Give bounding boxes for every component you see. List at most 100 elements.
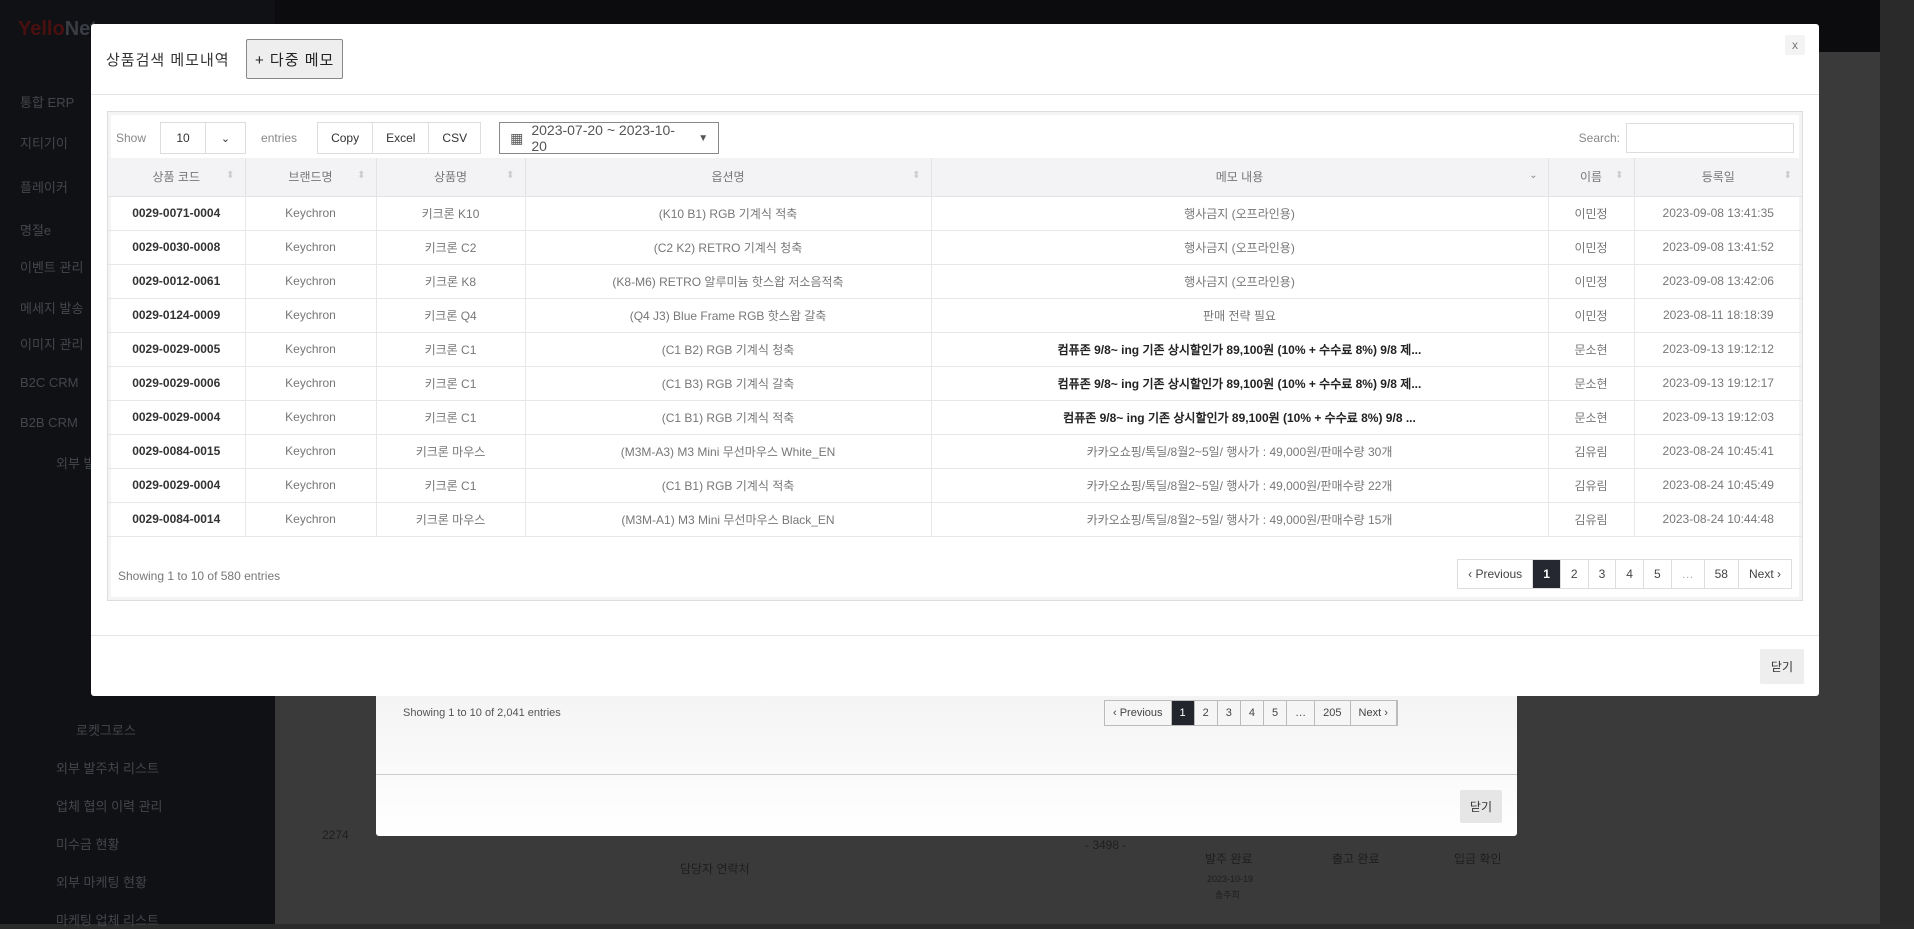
sidebar-item[interactable]: 업체 협의 이력 관리 [56,796,163,815]
bg-pagination: ‹ Previous 1 2 3 4 5… 205 Next › [1104,700,1398,726]
column-header[interactable]: 메모 내용 ⌄ [931,158,1549,197]
sidebar-item[interactable]: 로켓그로스 [76,720,136,739]
column-header-label: 브랜드명 [288,170,333,185]
brand-cell: Keychron [245,400,377,435]
status-payment: 입금 확인 [1454,852,1502,866]
sidebar-item[interactable]: 외부 발주처 리스트 [56,758,159,777]
registered-at-cell: 2023-09-13 19:12:17 [1634,366,1802,401]
sidebar-item[interactable]: 미수금 현황 [56,834,119,853]
bg-page-link[interactable]: 1 [1171,701,1195,725]
previous-page-button[interactable]: ‹ Previous [1458,560,1534,588]
option-name-cell: (C2 K2) RETRO 기계식 청축 [525,230,932,265]
bg-page-link[interactable]: 5 [1264,701,1288,725]
author-name-cell: 이민정 [1548,230,1635,265]
page-link[interactable]: 2 [1561,560,1589,588]
bg-page-link[interactable]: ‹ Previous [1105,701,1172,725]
product-code-cell: 0029-0029-0005 [108,332,246,367]
product-name-cell: 키크론 마우스 [376,502,526,537]
option-name-cell: (K8-M6) RETRO 알루미늄 핫스왑 저소음적축 [525,264,932,299]
excel-button[interactable]: Excel [373,123,430,153]
multi-memo-button[interactable]: + 다중 메모 [246,39,344,79]
table-row[interactable]: 0029-0030-0008 Keychron 키크론 C2 (C2 K2) RETR… [108,230,1802,265]
memo-content-cell: 행사금지 (오프라인용) [931,264,1549,299]
next-page-button[interactable]: Next › [1739,560,1791,588]
page-link[interactable]: 5 [1644,560,1672,588]
memo-table: 상품 코드 ⬍ 브랜드명 ⬍ 상품명 ⬍ 옵션명 ⬍ 메모 내용 ⌄ 이름 ⬍ 등록일 ⬍ 0029-00… [108,158,1802,537]
product-code-cell: 0029-0029-0004 [108,400,246,435]
column-header[interactable]: 상품 코드 ⬍ [108,158,246,197]
table-row[interactable]: 0029-0029-0005 Keychron 키크론 C1 (C1 B2) RGB … [108,332,1802,367]
sidebar-item[interactable]: 외부 마케팅 현황 [56,872,147,891]
memo-content-cell: 컴퓨존 9/8~ ing 기존 상시할인가 89,100원 (10% + 수수료… [931,400,1549,435]
brand-cell: Keychron [245,230,377,265]
sidebar-item[interactable]: B2B CRM [20,415,78,430]
registered-at-cell: 2023-08-24 10:44:48 [1634,502,1802,537]
close-button[interactable]: 닫기 [1759,649,1804,684]
bg-page-link[interactable]: Next › [1351,701,1397,725]
column-header[interactable]: 옵션명 ⬍ [525,158,932,197]
column-header[interactable]: 상품명 ⬍ [376,158,526,197]
memo-content-cell: 컴퓨존 9/8~ ing 기존 상시할인가 89,100원 (10% + 수수료… [931,332,1549,367]
sidebar-item[interactable]: 지티기이 [20,133,68,152]
sidebar-item[interactable]: 마케팅 업체 리스트 [56,910,159,929]
sidebar-item[interactable]: 통합 ERP [20,92,74,111]
sidebar-item[interactable]: 이벤트 관리 [20,257,83,276]
page-link[interactable]: 3 [1589,560,1617,588]
page-link[interactable]: 4 [1616,560,1644,588]
table-row[interactable]: 0029-0084-0015 Keychron 키크론 마우스 (M3M-A3) M3… [108,434,1802,469]
search-group: Search: [1579,123,1794,153]
date-range-value: 2023-07-20 ~ 2023-10-20 [531,122,675,154]
status-order: 발주 완료 [1205,852,1253,866]
memo-content-cell: 카카오쇼핑/톡딜/8월2~5일/ 행사가 : 49,000원/판매수량 15개 [931,502,1549,537]
export-buttons: Copy Excel CSV [317,122,482,154]
row-qty: - 3498 - [1085,838,1127,852]
search-input[interactable] [1626,123,1794,153]
table-row[interactable]: 0029-0071-0004 Keychron 키크론 K10 (K10 B1) RG… [108,196,1802,231]
column-header-label: 상품명 [433,170,468,185]
table-row[interactable]: 0029-0084-0014 Keychron 키크론 마우스 (M3M-A1) M3… [108,502,1802,537]
bg-page-link[interactable]: 205 [1315,701,1351,725]
bg-page-link[interactable]: 4 [1241,701,1265,725]
chevron-down-icon: ⌄ [205,123,245,153]
sort-icon: ⬍ [1615,170,1624,181]
product-code-cell: 0029-0030-0008 [108,230,246,265]
bg-page-link[interactable]: … [1287,701,1316,725]
bg-page-link[interactable]: 2 [1195,701,1218,725]
csv-button[interactable]: CSV [429,123,480,153]
column-header-label: 옵션명 [711,170,745,185]
sidebar-item[interactable]: B2C CRM [20,375,79,390]
calendar-icon: ▦ [510,129,524,146]
page-link[interactable]: 58 [1705,560,1739,588]
table-info: Showing 1 to 10 of 580 entries [118,569,281,583]
sidebar-item[interactable]: 이미지 관리 [20,334,83,353]
page-link[interactable]: 1 [1533,560,1561,588]
table-row[interactable]: 0029-0012-0061 Keychron 키크론 K8 (K8-M6) RETR… [108,264,1802,299]
table-row[interactable]: 0029-0124-0009 Keychron 키크론 Q4 (Q4 J3) Blue… [108,298,1802,333]
column-header-label: 등록일 [1701,170,1735,185]
copy-button[interactable]: Copy [318,123,374,153]
product-code-cell: 0029-0124-0009 [108,298,246,333]
date-range-picker[interactable]: ▦ 2023-07-20 ~ 2023-10-20 ▼ [499,122,720,154]
column-header[interactable]: 이름 ⬍ [1548,158,1635,197]
table-row[interactable]: 0029-0029-0006 Keychron 키크론 C1 (C1 B3) RGB … [108,366,1802,401]
sidebar-item[interactable]: 플레이커 [20,177,68,196]
author-name-cell: 이민정 [1548,298,1635,333]
memo-content-cell: 행사금지 (오프라인용) [931,196,1549,231]
column-header[interactable]: 등록일 ⬍ [1634,158,1802,197]
brand-cell: Keychron [245,264,377,299]
option-name-cell: (Q4 J3) Blue Frame RGB 핫스왑 갈축 [525,298,932,333]
entries-length-select[interactable]: 10 ⌄ [160,122,247,154]
sidebar-item[interactable]: 명절e [20,220,51,239]
sidebar-item[interactable]: 메세지 발송 [20,298,83,317]
column-header[interactable]: 브랜드명 ⬍ [245,158,377,197]
column-header-label: 메모 내용 [1215,170,1264,185]
memo-content-cell: 카카오쇼핑/톡딜/8월2~5일/ 행사가 : 49,000원/판매수량 30개 [931,434,1549,469]
close-icon[interactable]: x [1785,35,1805,55]
product-name-cell: 키크론 C1 [376,366,526,401]
bg-page-link[interactable]: 3 [1218,701,1241,725]
table-row[interactable]: 0029-0029-0004 Keychron 키크론 C1 (C1 B1) RGB … [108,468,1802,503]
bg-close-button[interactable]: 닫기 [1459,790,1502,823]
sort-desc-icon: ⌄ [1529,170,1538,181]
table-row[interactable]: 0029-0029-0004 Keychron 키크론 C1 (C1 B1) RGB … [108,400,1802,435]
brand-cell: Keychron [245,196,377,231]
